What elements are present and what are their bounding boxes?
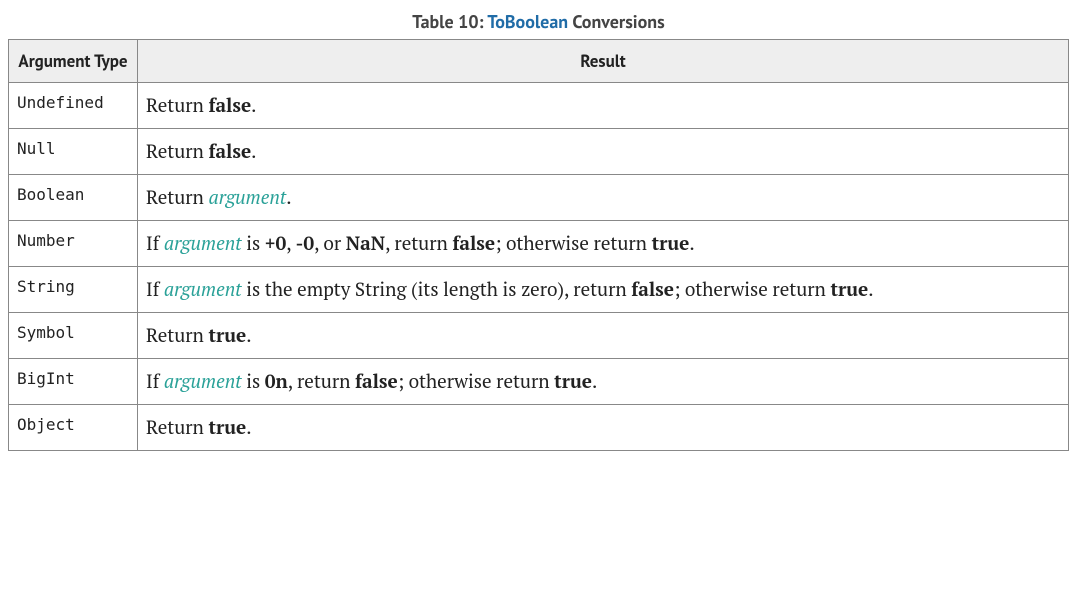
col-result: Result — [138, 40, 1069, 83]
result-cell: If argument is +0, -0, or NaN, return fa… — [138, 221, 1069, 267]
text: is the empty String (its length is zero)… — [242, 277, 632, 302]
text: . — [246, 323, 251, 348]
toboolean-table: Argument Type Result Undefined Return fa… — [8, 39, 1069, 451]
value-true: true — [554, 369, 592, 394]
row-number: Number If argument is +0, -0, or NaN, re… — [9, 221, 1069, 267]
text: . — [251, 139, 256, 164]
caption-suffix: Conversions — [568, 10, 665, 33]
type-cell: Null — [9, 129, 138, 175]
value-true: true — [652, 231, 690, 256]
text: , return — [385, 231, 452, 256]
type-cell: Object — [9, 405, 138, 451]
row-null: Null Return false. — [9, 129, 1069, 175]
text: . — [592, 369, 597, 394]
type-cell: BigInt — [9, 359, 138, 405]
value-neg-zero: -0 — [296, 231, 315, 256]
col-argument-type: Argument Type — [9, 40, 138, 83]
text: , — [286, 231, 295, 256]
value-false: false — [631, 277, 674, 302]
text: ; otherwise return — [674, 277, 830, 302]
text: . — [286, 185, 291, 210]
text: , or — [314, 231, 346, 256]
result-cell: If argument is the empty String (its len… — [138, 267, 1069, 313]
text: , return — [288, 369, 355, 394]
result-cell: Return true. — [138, 405, 1069, 451]
type-cell: String — [9, 267, 138, 313]
result-cell: Return false. — [138, 129, 1069, 175]
row-symbol: Symbol Return true. — [9, 313, 1069, 359]
text: If — [146, 277, 164, 302]
text: . — [251, 93, 256, 118]
row-boolean: Boolean Return argument. — [9, 175, 1069, 221]
table-header-row: Argument Type Result — [9, 40, 1069, 83]
text: is — [242, 369, 265, 394]
table-caption: Table 10: ToBoolean Conversions — [8, 10, 1069, 33]
var-argument: argument — [208, 185, 286, 210]
var-argument: argument — [164, 369, 242, 394]
value-false: false — [208, 93, 251, 118]
text: . — [246, 415, 251, 440]
value-false: false — [355, 369, 398, 394]
text: Return — [146, 93, 208, 118]
text: Return — [146, 415, 208, 440]
text: ; otherwise return — [398, 369, 554, 394]
type-cell: Undefined — [9, 83, 138, 129]
result-cell: Return false. — [138, 83, 1069, 129]
value-0n: 0n — [265, 369, 288, 394]
row-bigint: BigInt If argument is 0n, return false; … — [9, 359, 1069, 405]
value-true: true — [208, 415, 246, 440]
type-cell: Symbol — [9, 313, 138, 359]
type-cell: Number — [9, 221, 138, 267]
type-cell: Boolean — [9, 175, 138, 221]
text: . — [868, 277, 873, 302]
result-cell: Return true. — [138, 313, 1069, 359]
value-false: false — [452, 231, 495, 256]
var-argument: argument — [164, 231, 242, 256]
text: Return — [146, 323, 208, 348]
text: . — [689, 231, 694, 256]
text: If — [146, 369, 164, 394]
text: Return — [146, 185, 208, 210]
text: is — [242, 231, 265, 256]
text: If — [146, 231, 164, 256]
row-undefined: Undefined Return false. — [9, 83, 1069, 129]
text: ; otherwise return — [495, 231, 651, 256]
result-cell: Return argument. — [138, 175, 1069, 221]
caption-aoid[interactable]: ToBoolean — [487, 10, 568, 33]
text: Return — [146, 139, 208, 164]
value-true: true — [208, 323, 246, 348]
var-argument: argument — [164, 277, 242, 302]
row-string: String If argument is the empty String (… — [9, 267, 1069, 313]
value-false: false — [208, 139, 251, 164]
value-plus-zero: +0 — [265, 231, 286, 256]
result-cell: If argument is 0n, return false; otherwi… — [138, 359, 1069, 405]
value-nan: NaN — [346, 231, 385, 256]
value-true: true — [830, 277, 868, 302]
row-object: Object Return true. — [9, 405, 1069, 451]
caption-prefix: Table 10: — [412, 10, 487, 33]
